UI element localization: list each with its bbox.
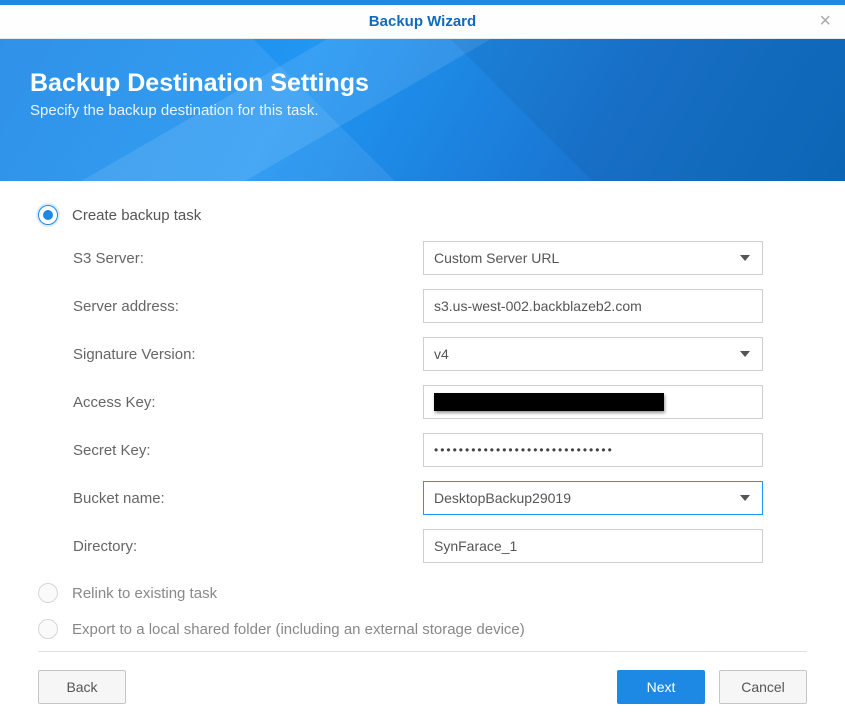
secret-key-input[interactable]: •••••••••••••••••••••••••••••	[423, 433, 763, 467]
hero-banner: Backup Destination Settings Specify the …	[0, 39, 845, 181]
page-subtitle: Specify the backup destination for this …	[30, 102, 815, 119]
form-content: Create backup task S3 Server: Custom Ser…	[0, 181, 845, 639]
back-button[interactable]: Back	[38, 670, 126, 704]
chevron-down-icon	[740, 495, 750, 501]
next-button-label: Next	[647, 679, 676, 695]
titlebar: Backup Wizard ×	[0, 5, 845, 39]
redacted-icon	[434, 393, 664, 411]
window-title: Backup Wizard	[369, 13, 476, 30]
option-relink-label: Relink to existing task	[72, 585, 217, 602]
footer: Back Next Cancel	[0, 651, 845, 704]
bucket-name-select[interactable]: DesktopBackup29019	[423, 481, 763, 515]
signature-version-value: v4	[434, 346, 449, 362]
signature-version-label: Signature Version:	[73, 337, 413, 371]
cancel-button-label: Cancel	[741, 679, 785, 695]
radio-icon	[38, 619, 58, 639]
back-button-label: Back	[66, 679, 97, 695]
access-key-input[interactable]	[423, 385, 763, 419]
option-create-label: Create backup task	[72, 207, 201, 224]
directory-input[interactable]: SynFarace_1	[423, 529, 763, 563]
cancel-button[interactable]: Cancel	[719, 670, 807, 704]
radio-icon	[38, 583, 58, 603]
bucket-name-label: Bucket name:	[73, 481, 413, 515]
signature-version-select[interactable]: v4	[423, 337, 763, 371]
footer-divider	[38, 651, 807, 652]
bucket-name-value: DesktopBackup29019	[434, 490, 571, 506]
page-title: Backup Destination Settings	[30, 69, 815, 98]
server-address-value: s3.us-west-002.backblazeb2.com	[434, 298, 642, 314]
footer-buttons: Back Next Cancel	[38, 670, 807, 704]
s3-server-select[interactable]: Custom Server URL	[423, 241, 763, 275]
s3-server-value: Custom Server URL	[434, 250, 559, 266]
radio-icon	[38, 205, 58, 225]
server-address-label: Server address:	[73, 289, 413, 323]
chevron-down-icon	[740, 351, 750, 357]
directory-label: Directory:	[73, 529, 413, 563]
next-button[interactable]: Next	[617, 670, 705, 704]
option-export-label: Export to a local shared folder (includi…	[72, 621, 525, 638]
s3-server-label: S3 Server:	[73, 241, 413, 275]
option-export[interactable]: Export to a local shared folder (includi…	[38, 619, 807, 639]
server-address-input[interactable]: s3.us-west-002.backblazeb2.com	[423, 289, 763, 323]
option-create-backup[interactable]: Create backup task	[38, 205, 807, 225]
secret-key-label: Secret Key:	[73, 433, 413, 467]
option-relink[interactable]: Relink to existing task	[38, 583, 807, 603]
chevron-down-icon	[740, 255, 750, 261]
close-icon[interactable]: ×	[819, 11, 831, 31]
form-grid: S3 Server: Custom Server URL Server addr…	[73, 241, 807, 563]
secret-key-value: •••••••••••••••••••••••••••••	[434, 443, 614, 457]
access-key-label: Access Key:	[73, 385, 413, 419]
directory-value: SynFarace_1	[434, 538, 517, 554]
